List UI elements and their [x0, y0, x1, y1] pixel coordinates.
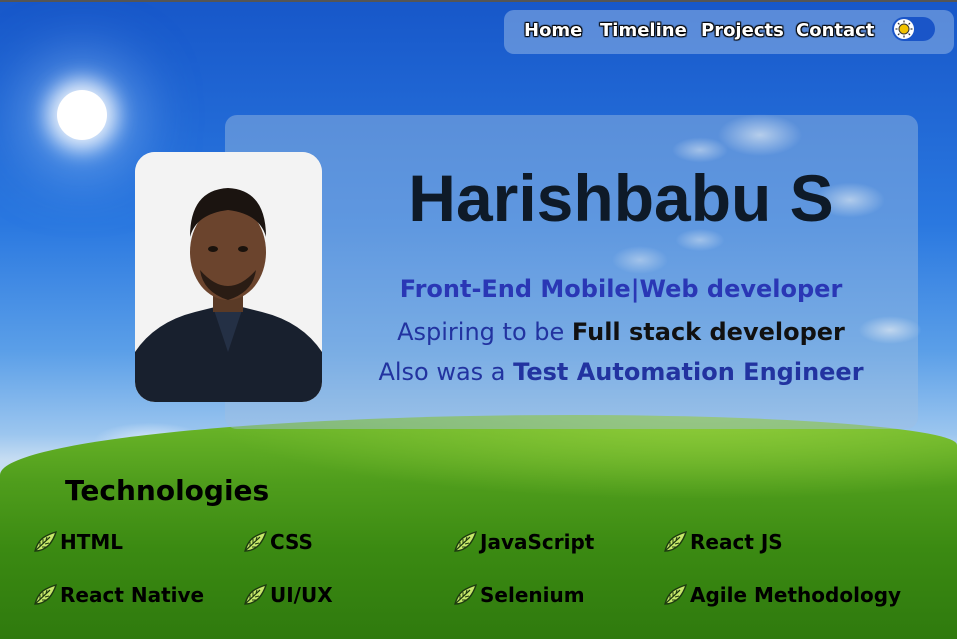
- hero-aspiration: Aspiring to be Full stack developer: [225, 318, 957, 346]
- technology-item: UI/UX: [242, 583, 333, 607]
- sun-decoration: [57, 90, 107, 140]
- technology-label: JavaScript: [480, 530, 595, 554]
- leaf-icon: [452, 530, 480, 554]
- nav-timeline-link[interactable]: Timeline: [600, 20, 687, 41]
- leaf-icon: [452, 583, 480, 607]
- leaf-icon: [662, 583, 690, 607]
- nav-contact-link[interactable]: Contact: [796, 20, 874, 41]
- top-navigation: Home Timeline Projects Contact: [504, 10, 954, 54]
- hero-aspiration-prefix: Aspiring to be: [397, 318, 572, 346]
- technology-label: React Native: [60, 583, 205, 607]
- nav-home-link[interactable]: Home: [524, 20, 582, 41]
- leaf-icon: [242, 530, 270, 554]
- technology-label: Selenium: [480, 583, 585, 607]
- technology-label: HTML: [60, 530, 124, 554]
- technology-item: Agile Methodology: [662, 583, 901, 607]
- technology-label: CSS: [270, 530, 313, 554]
- hero-past-role-prefix: Also was a: [378, 358, 514, 386]
- technology-label: Agile Methodology: [690, 583, 902, 607]
- leaf-icon: [662, 530, 690, 554]
- hero-role: Front-End Mobile|Web developer: [399, 275, 843, 303]
- technology-item: React Native: [32, 583, 204, 607]
- window-top-border: [0, 0, 957, 2]
- hero-name: Harishbabu S: [408, 161, 834, 235]
- technology-label: React JS: [690, 530, 783, 554]
- leaf-icon: [242, 583, 270, 607]
- technology-item: JavaScript: [452, 530, 594, 554]
- sun-icon: [894, 19, 914, 39]
- nav-projects-link[interactable]: Projects: [701, 20, 784, 41]
- leaf-icon: [32, 583, 60, 607]
- technology-item: CSS: [242, 530, 313, 554]
- technologies-title: Technologies: [65, 474, 270, 507]
- technology-item: React JS: [662, 530, 783, 554]
- leaf-icon: [32, 530, 60, 554]
- hero-aspiration-bold: Full stack developer: [571, 318, 845, 346]
- technology-label: UI/UX: [270, 583, 333, 607]
- hero-past-role: Also was a Test Automation Engineer: [225, 358, 957, 386]
- technology-item: Selenium: [452, 583, 585, 607]
- technology-item: HTML: [32, 530, 123, 554]
- theme-toggle[interactable]: [892, 17, 935, 41]
- hero-past-role-bold: Test Automation Engineer: [513, 358, 864, 386]
